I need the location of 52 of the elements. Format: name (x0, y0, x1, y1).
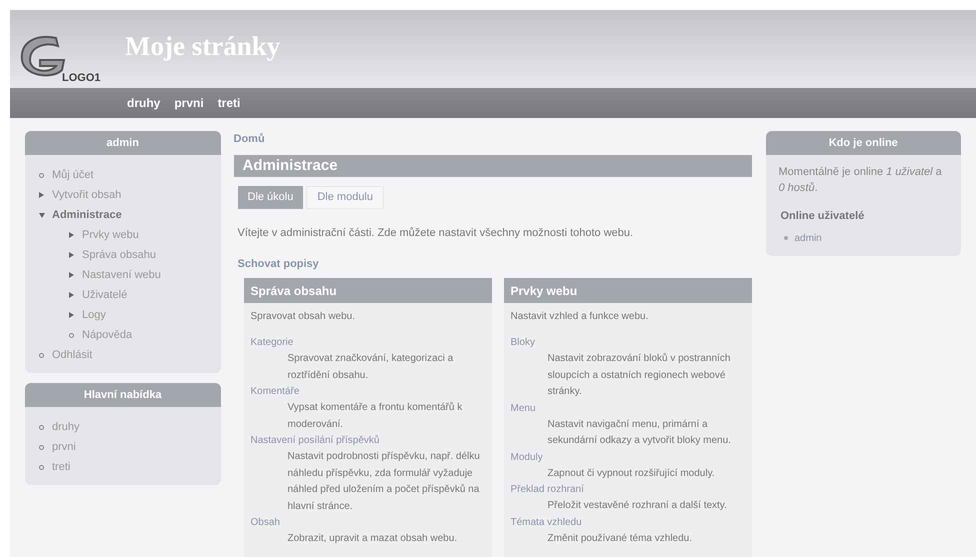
menu-item[interactable]: Vytvořit obsah (52, 186, 122, 204)
entry-description: Změnit používané téma vzhledu. (546, 532, 694, 546)
nav-link[interactable]: prvni (174, 94, 204, 112)
task-link[interactable]: Překlad rozhraní (510, 482, 584, 498)
menu-item[interactable]: Nápověda (82, 326, 132, 344)
block-title: Kdo je online (766, 131, 961, 155)
block-title: Hlavní nabídka (25, 383, 220, 407)
intro-text: Vítejte v administrační části. Zde můžete nastavit všechny možnosti tohoto webu. (238, 226, 634, 241)
online-subtitle: Online uživatelé (780, 209, 866, 224)
online-text: Momentálně je online 1 uživatel a 0 hostů. (778, 165, 943, 196)
entry-description: Nastavit zobrazování bloků v postranních sloupcích a ostatních regionech webové stránky. (546, 352, 732, 399)
menu-item[interactable]: Odhlásit (52, 346, 92, 364)
breadcrumb-link[interactable]: Domů (234, 131, 265, 148)
task-link[interactable]: Kategorie (250, 335, 294, 351)
menu-item[interactable]: Uživatelé (82, 286, 128, 304)
menu-item[interactable]: Nastavení webu (82, 266, 161, 284)
menu-item[interactable]: prvni (52, 438, 76, 456)
nav-link[interactable]: treti (218, 94, 240, 112)
entry-description: Spravovat značkování, kategorizaci a roztřídění obsahu. (286, 352, 454, 382)
panel-description: Spravovat obsah webu. (250, 310, 356, 324)
entry-description: Zobrazit, upravit a mazat obsah webu. (286, 532, 458, 546)
block-title: admin (25, 131, 220, 155)
entry-description: Nastavit navigační menu, primární a sekundární odkazy a vytvořit bloky menu. (546, 418, 732, 448)
bullet-icon (784, 236, 788, 240)
logo-text: LOGO1 (62, 71, 101, 86)
task-link[interactable]: Obsah (250, 515, 280, 531)
panel-title: Prvky webu (504, 278, 752, 303)
task-link[interactable]: Menu (510, 400, 536, 416)
menu-item[interactable]: Prvky webu (82, 226, 139, 244)
task-link[interactable]: Komentáře (250, 384, 300, 400)
panel-title: Správa obsahu (244, 278, 492, 303)
task-link[interactable]: Témata vzhledu (510, 514, 582, 530)
menu-item[interactable]: treti (52, 458, 70, 476)
toggle-link[interactable]: Schovat popisy (238, 256, 319, 272)
entry-description: Nastavit podrobnosti příspěvku, např. délku náhledu příspěvku, zda formulář vyžaduje náhled před uložením a počet příspěvků na hlavní stránce. (286, 450, 481, 514)
task-link[interactable]: Moduly (510, 450, 543, 466)
page-title: Administrace (234, 154, 752, 177)
entry-description: Přeložit vestavěné rozhraní a další texty. (546, 499, 728, 513)
menu-item[interactable]: Logy (82, 306, 106, 324)
menu-item[interactable]: druhy (52, 418, 80, 436)
entry-description: Vypsat komentáře a frontu komentářů k moderování. (286, 401, 464, 432)
task-link[interactable]: Nastavení posílání příspěvků (250, 433, 380, 449)
menu-item[interactable]: Můj účet (52, 166, 94, 184)
user-link[interactable]: admin (794, 230, 822, 246)
nav-link[interactable]: druhy (127, 94, 160, 112)
entry-description: Zapnout či vypnout rozšiřující moduly. (546, 466, 716, 480)
tab[interactable]: Dle modulu (306, 186, 384, 209)
menu-item[interactable]: Administrace (52, 206, 122, 224)
task-link[interactable]: Bloky (510, 335, 535, 351)
tab[interactable]: Dle úkolu (238, 186, 304, 209)
panel-description: Nastavit vzhled a funkce webu. (510, 310, 650, 324)
menu-item[interactable]: Správa obsahu (82, 246, 156, 264)
